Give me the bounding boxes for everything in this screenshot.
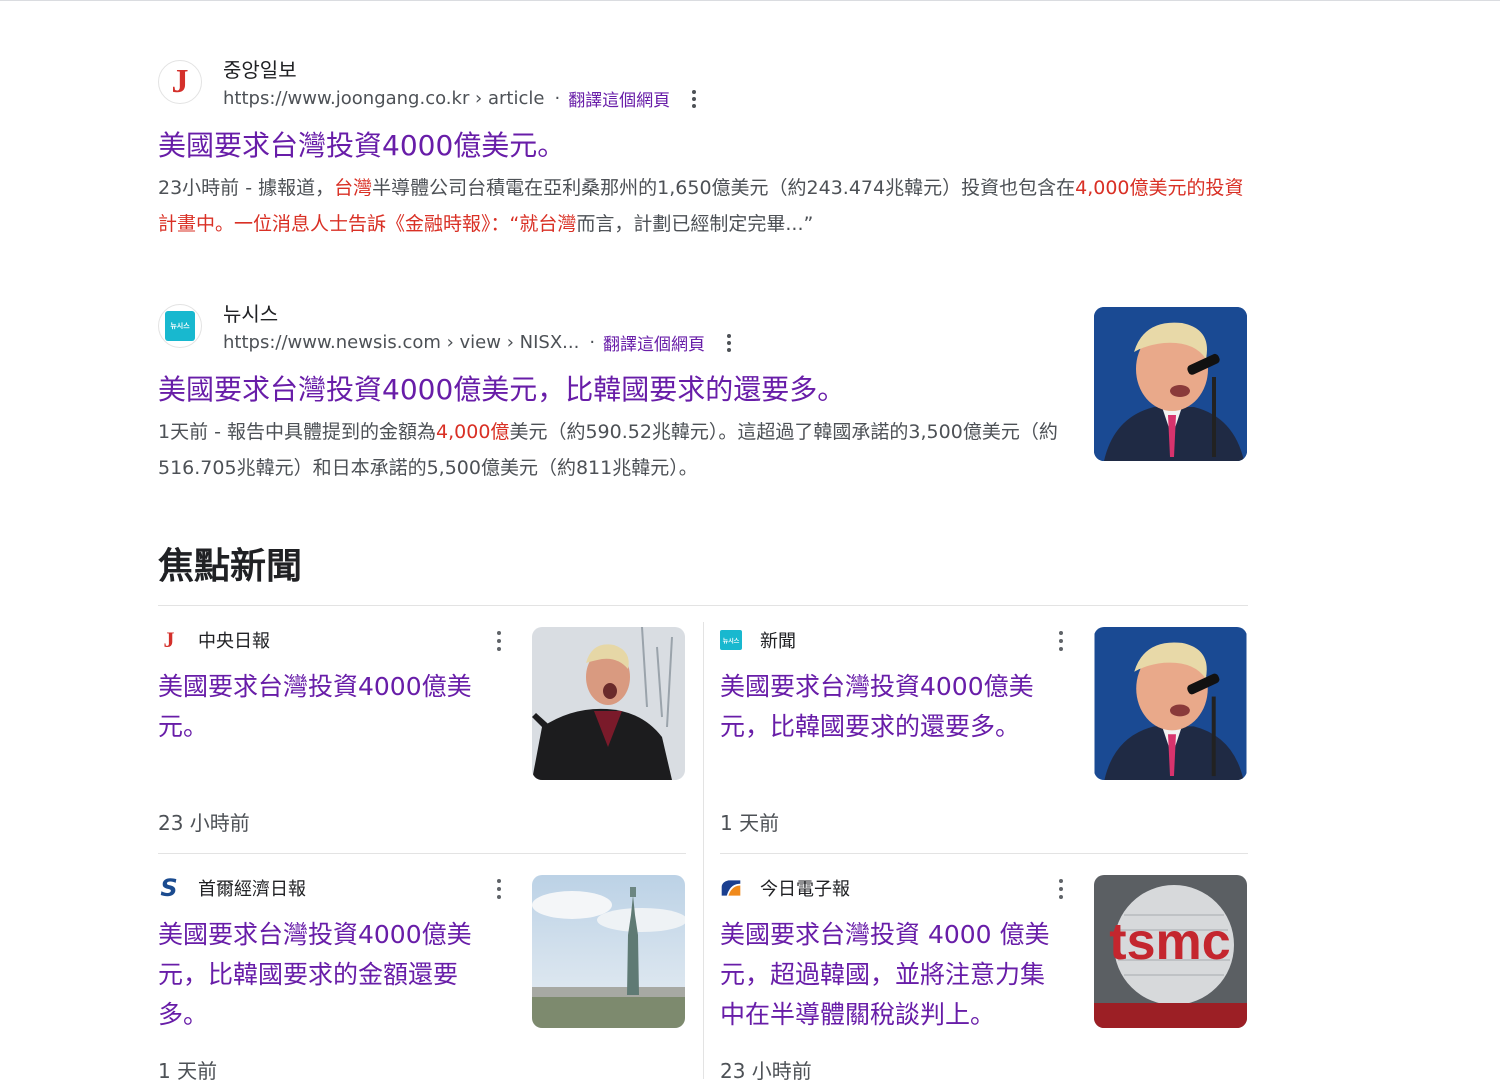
result-title-link[interactable]: 美國要求台灣投資4000億美元，比韓國要求的還要多。 [158,368,845,408]
result-site-name: 중앙일보 [223,58,297,82]
newsis-icon: 뉴시스 [720,629,742,651]
translate-page-link[interactable]: 翻譯這個網頁 [568,86,670,111]
result-url-row: https://www.joongang.co.kr › article · 翻… [223,86,697,111]
card-timestamp: 23 小時前 [158,811,250,835]
translate-page-link[interactable]: 翻譯這個網頁 [603,330,705,355]
result-site-name: 뉴시스 [223,302,279,326]
sedaily-s-icon: S [160,874,178,902]
card-timestamp: 1 天前 [158,1059,218,1083]
more-options-icon[interactable] [727,333,732,352]
joongang-favicon-icon: J [158,60,202,104]
card-thumbnail-image[interactable] [532,875,685,1028]
card-source-name: 今日電子報 [760,879,850,900]
card-source-name: 中央日報 [198,631,270,652]
result-title-link[interactable]: 美國要求台灣投資4000億美元。 [158,124,565,164]
newsis-favicon-icon: 뉴시스 [158,304,202,348]
card-source-name: 新聞 [760,631,796,652]
more-options-icon[interactable] [1059,879,1063,899]
joongang-j-icon: J [163,627,175,652]
divider [703,622,704,1079]
card-thumbnail-image[interactable]: tsmc [1094,875,1247,1028]
news-card[interactable]: J 中央日報 美國要求台灣投資4000億美元。 23 小時前 [158,627,686,837]
card-title-link[interactable]: 美國要求台灣投資4000億美元，比韓國要求的還要多。 [720,667,1060,747]
result-url[interactable]: https://www.joongang.co.kr › article [223,88,544,109]
news-card[interactable]: 今日電子報 美國要求台灣投資 4000 億美元，超過韓國，並將注意力集中在半導體… [720,875,1248,1083]
card-source: J 中央日報 [158,627,271,653]
card-timestamp: 23 小時前 [720,1059,812,1083]
card-title-link[interactable]: 美國要求台灣投資4000億美元，比韓國要求的金額還要多。 [158,915,498,1035]
result-snippet: 23小時前 - 據報道，台灣半導體公司台積電在亞利桑那州的1,650億美元（約2… [158,177,1244,235]
card-source-name: 首爾經濟日報 [198,879,306,900]
card-title-link[interactable]: 美國要求台灣投資 4000 億美元，超過韓國，並將注意力集中在半導體關稅談判上。 [720,915,1060,1035]
divider [158,853,686,854]
top-stories-heading: 焦點新聞 [158,546,303,587]
etoday-icon [720,877,742,899]
more-options-icon[interactable] [497,631,501,651]
search-result-newsis: 뉴시스 뉴시스 https://www.newsis.com › view › … [158,302,1248,492]
search-result-joongang: J 중앙일보 https://www.joongang.co.kr › arti… [158,58,1248,248]
tsmc-logo-text: tsmc [1109,913,1230,971]
card-source: 今日電子報 [720,875,850,901]
more-options-icon[interactable] [692,89,697,108]
card-timestamp: 1 天前 [720,811,780,835]
result-url-row: https://www.newsis.com › view › NISX... … [223,330,732,355]
card-source: S 首爾經濟日報 [158,874,306,902]
card-thumbnail-image[interactable] [1094,627,1247,780]
result-snippet: 1天前 - 報告中具體提到的金額為4,000億美元（約590.52兆韓元）。這超… [158,421,1058,479]
news-card[interactable]: S 首爾經濟日報 美國要求台灣投資4000億美元，比韓國要求的金額還要多。 1 … [158,874,686,1083]
divider [158,605,1248,606]
card-source: 뉴시스 新聞 [720,627,796,653]
news-card[interactable]: 뉴시스 新聞 美國要求台灣投資4000億美元，比韓國要求的還要多。 1 天前 [720,627,1248,837]
card-thumbnail-image[interactable] [532,627,685,780]
divider [720,853,1248,854]
result-url[interactable]: https://www.newsis.com › view › NISX... [223,332,579,353]
top-divider [0,0,1500,1]
card-title-link[interactable]: 美國要求台灣投資4000億美元。 [158,667,498,747]
more-options-icon[interactable] [1059,631,1063,651]
more-options-icon[interactable] [497,879,501,899]
result-thumbnail-image[interactable] [1094,307,1247,461]
